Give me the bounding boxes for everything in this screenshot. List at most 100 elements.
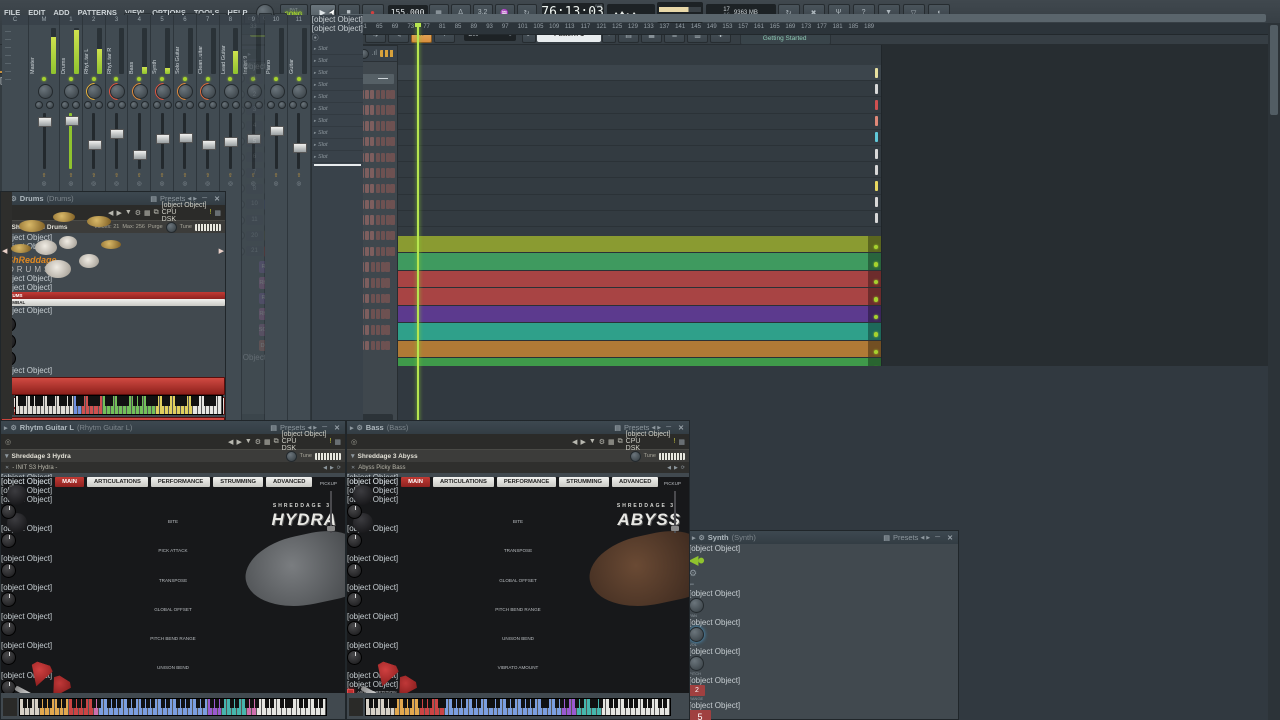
knob-unison-bend[interactable] — [1, 650, 16, 666]
pickup-knob-1[interactable] — [353, 485, 373, 505]
step-cell[interactable] — [364, 293, 370, 304]
piano-key-black[interactable] — [249, 699, 254, 708]
drum-pad[interactable] — [1, 377, 225, 395]
close-icon[interactable]: ✕ — [5, 465, 9, 471]
step-cell[interactable] — [380, 325, 385, 335]
presets-prev-icon[interactable]: ◀ — [187, 196, 191, 202]
keyboard[interactable] — [365, 698, 671, 716]
gear-icon[interactable]: ⚙ — [699, 534, 705, 542]
step-cell[interactable] — [385, 309, 390, 319]
step-cell[interactable] — [371, 325, 376, 335]
piano-key-black[interactable] — [658, 699, 663, 708]
panel-icon[interactable]: ⧉ — [154, 209, 159, 217]
step-cell[interactable] — [376, 246, 381, 257]
step-cell[interactable] — [380, 183, 386, 194]
collapse-icon[interactable]: ▾ — [351, 452, 355, 460]
step-cell[interactable] — [390, 246, 395, 257]
tab-advanced[interactable]: ADVANCED — [612, 477, 659, 487]
step-cell[interactable] — [380, 152, 386, 163]
detach-icon[interactable]: ▤ — [150, 195, 157, 203]
step-cell[interactable] — [369, 121, 375, 131]
mixer-pan-knob[interactable] — [151, 79, 176, 104]
piano-key-black[interactable] — [388, 699, 393, 708]
piano-key-black[interactable] — [408, 699, 413, 708]
knob-pick-attack[interactable] — [1, 533, 16, 549]
minimize-button[interactable]: ─ — [933, 534, 942, 541]
detach-icon[interactable]: ▤ — [614, 424, 621, 432]
piano-key-black[interactable] — [471, 699, 476, 708]
keyboard[interactable] — [19, 698, 327, 716]
step-cell[interactable] — [369, 215, 375, 225]
piano-key-black[interactable] — [79, 396, 84, 406]
piano-key-black[interactable] — [427, 699, 432, 708]
piano-key-black[interactable] — [545, 699, 550, 708]
step-cell[interactable] — [390, 230, 395, 241]
step-cell[interactable] — [390, 152, 395, 163]
mixer-pan-knob[interactable] — [64, 84, 80, 99]
step-cell[interactable] — [385, 89, 390, 100]
step-cell[interactable] — [390, 89, 395, 100]
step-cell[interactable] — [380, 168, 386, 178]
step-cell[interactable] — [385, 152, 390, 163]
piano-key[interactable] — [218, 396, 223, 414]
step-cell[interactable] — [371, 278, 376, 288]
send-arrow-icon[interactable]: ⇧ — [297, 173, 302, 179]
eq-knob[interactable] — [163, 101, 172, 109]
step-cell[interactable] — [375, 293, 381, 304]
step-cell[interactable] — [385, 199, 390, 210]
stereo-sep-knob[interactable] — [220, 101, 229, 109]
presets-next-icon[interactable]: ▶ — [657, 425, 661, 431]
piano-key-black[interactable] — [491, 699, 496, 708]
patch-prev-icon[interactable]: ◀ — [323, 465, 327, 471]
piano-key-black[interactable] — [92, 699, 97, 708]
expand-icon[interactable]: ▸ — [4, 424, 8, 432]
step-cell[interactable] — [385, 121, 390, 131]
detach-icon[interactable]: ▤ — [270, 424, 277, 432]
nav-prev-icon[interactable]: ◀ — [572, 438, 577, 446]
knob-pitch-bend-range[interactable] — [1, 621, 16, 637]
piano-key-black[interactable] — [42, 699, 47, 708]
fx-slot-10[interactable]: ▸ Slot — [311, 151, 363, 163]
tune-knob[interactable] — [629, 450, 641, 462]
piano-key-black[interactable] — [161, 699, 166, 708]
mixer-fader[interactable] — [242, 111, 264, 171]
step-cell[interactable] — [390, 199, 395, 210]
piano-key-black[interactable] — [304, 699, 309, 708]
nav-prev-icon[interactable]: ◀ — [228, 438, 233, 446]
piano-key-black[interactable] — [126, 699, 131, 708]
mixer-strip-led[interactable] — [205, 77, 210, 81]
send-arrow-icon[interactable]: ⇧ — [91, 173, 96, 179]
tab-performance[interactable]: PERFORMANCE — [496, 477, 557, 487]
step-cell[interactable] — [380, 262, 385, 272]
piano-key-black[interactable] — [565, 699, 570, 708]
piano-key-black[interactable] — [623, 699, 628, 708]
piano-key-black[interactable] — [77, 699, 82, 708]
stereo-sep-knob[interactable] — [61, 101, 70, 109]
piano-key-black[interactable] — [496, 699, 501, 708]
mixer-fader[interactable] — [29, 111, 59, 171]
fader-handle[interactable] — [201, 139, 216, 150]
mixer-strip-led[interactable] — [296, 77, 301, 81]
anti-repetition-checkbox[interactable] — [347, 688, 354, 693]
reload-icon[interactable]: ⟳ — [681, 465, 685, 471]
send-arrow-icon[interactable]: ⇧ — [137, 173, 142, 179]
fader-handle[interactable] — [87, 139, 102, 150]
presets-next-icon[interactable]: ▶ — [313, 425, 317, 431]
piano-key-black[interactable] — [279, 699, 284, 708]
playhead-line[interactable] — [417, 23, 420, 460]
step-cell[interactable] — [390, 215, 395, 225]
piano-key-black[interactable] — [96, 396, 101, 406]
step-cell[interactable] — [376, 105, 381, 115]
fx-slot-8[interactable]: ▸ Slot — [311, 127, 363, 139]
piano-key-black[interactable] — [254, 699, 259, 708]
knob-unison-bend[interactable] — [347, 621, 362, 637]
gear-icon[interactable]: ⚙ — [11, 424, 17, 432]
mixer-fader[interactable] — [197, 111, 219, 171]
mixer-pan-knob[interactable] — [128, 79, 153, 104]
step-cell[interactable] — [375, 325, 381, 335]
fader-handle[interactable] — [133, 150, 148, 160]
piano-key-black[interactable] — [299, 699, 304, 708]
piano-key-black[interactable] — [560, 699, 565, 708]
track-led[interactable] — [873, 349, 878, 355]
presets-prev-icon[interactable]: ◀ — [920, 535, 924, 541]
